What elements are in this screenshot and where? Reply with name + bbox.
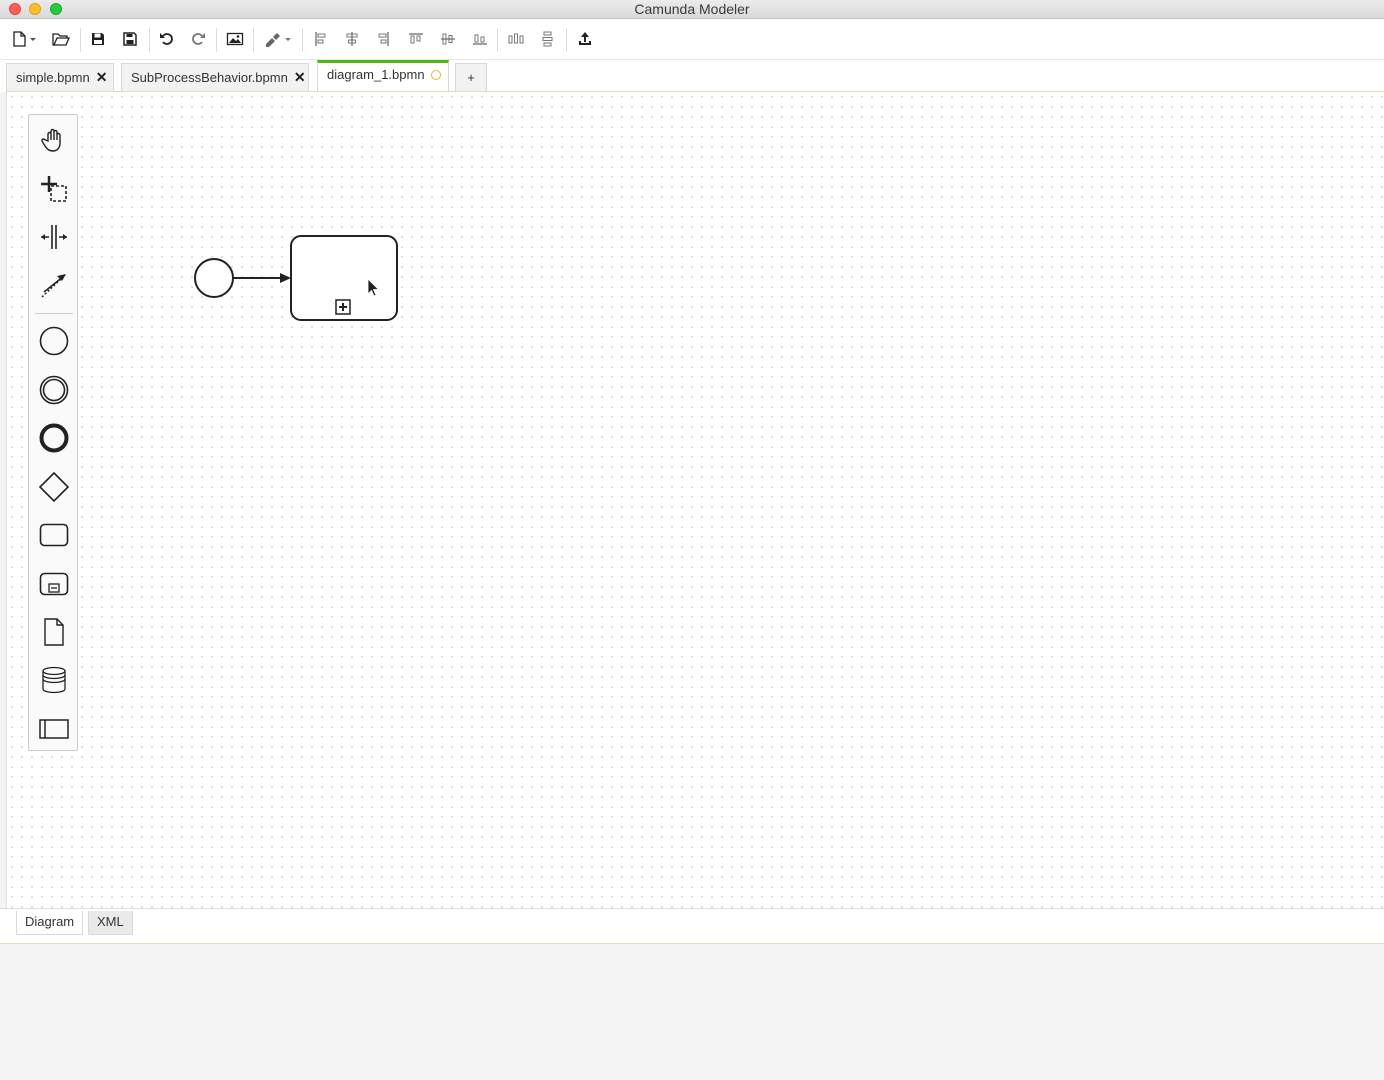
data-object-icon — [44, 618, 64, 646]
tab-diagram-view[interactable]: Diagram — [16, 911, 84, 935]
open-file-icon — [52, 33, 70, 46]
gateway-tool[interactable] — [37, 470, 71, 504]
lasso-tool-button[interactable] — [37, 172, 71, 206]
unsaved-indicator-icon — [430, 70, 441, 80]
undo-icon — [160, 33, 173, 45]
align-middle-button[interactable] — [437, 29, 459, 49]
title-bar: Camunda Modeler — [0, 0, 1384, 19]
diagram-canvas[interactable] — [6, 91, 1384, 909]
end-event-tool[interactable] — [37, 421, 71, 455]
tab-simple-bpmn[interactable]: simple.bpmn ✕ — [6, 63, 114, 92]
intermediate-event-tool[interactable] — [37, 373, 71, 407]
tab-close-icon[interactable]: ✕ — [294, 69, 306, 85]
distribute-vertical-button[interactable] — [537, 29, 559, 49]
distribute-horizontal-button[interactable] — [505, 29, 527, 49]
align-center-button[interactable] — [341, 29, 363, 49]
align-bottom-icon — [473, 34, 487, 45]
view-tab-bar: Diagram XML — [0, 908, 1384, 944]
start-event-icon — [39, 326, 69, 356]
align-right-icon — [378, 32, 389, 46]
space-tool-button[interactable] — [37, 220, 71, 254]
tab-label: SubProcessBehavior.bpmn — [131, 70, 288, 85]
subprocess-tool[interactable] — [37, 567, 71, 601]
align-center-icon — [346, 32, 358, 46]
new-file-button[interactable] — [8, 29, 38, 49]
align-top-button[interactable] — [405, 29, 427, 49]
tab-label: diagram_1.bpmn — [327, 67, 425, 82]
new-tab-button[interactable]: + — [455, 63, 487, 92]
tab-diagram-1-bpmn[interactable]: diagram_1.bpmn — [317, 60, 449, 92]
export-image-icon — [226, 32, 244, 46]
tool-palette — [28, 114, 78, 751]
redo-button[interactable] — [187, 29, 209, 49]
deploy-icon — [579, 32, 591, 45]
save-as-icon — [123, 32, 137, 46]
export-image-button[interactable] — [224, 29, 246, 49]
add-tab-icon: + — [467, 70, 475, 85]
global-connect-tool-button[interactable] — [37, 268, 71, 302]
align-top-icon — [409, 33, 423, 44]
save-button[interactable] — [87, 29, 109, 49]
hand-tool-icon — [41, 128, 61, 152]
tab-xml-view[interactable]: XML — [88, 911, 133, 935]
color-picker-icon — [266, 33, 291, 47]
align-middle-icon — [441, 33, 455, 45]
window-title: Camunda Modeler — [634, 1, 750, 17]
tab-label: simple.bpmn — [16, 70, 90, 85]
task-tool[interactable] — [37, 518, 71, 552]
data-store-icon — [42, 666, 66, 694]
properties-panel-area — [0, 944, 1384, 1080]
align-bottom-button[interactable] — [469, 29, 491, 49]
tab-close-icon[interactable]: ✕ — [96, 69, 108, 85]
distribute-horizontal-icon — [508, 33, 524, 44]
open-file-button[interactable] — [50, 29, 72, 49]
pool-tool[interactable] — [37, 712, 71, 746]
align-left-button[interactable] — [309, 29, 331, 49]
tab-subprocessbehavior-bpmn[interactable]: SubProcessBehavior.bpmn ✕ — [121, 63, 309, 92]
gateway-icon — [38, 471, 70, 503]
intermediate-event-icon — [39, 375, 69, 405]
lasso-tool-icon — [41, 176, 67, 202]
toolbar — [0, 20, 1384, 60]
deploy-button[interactable] — [574, 29, 596, 49]
subprocess-icon — [39, 572, 69, 596]
undo-button[interactable] — [156, 29, 178, 49]
save-icon — [92, 33, 104, 45]
redo-icon — [192, 33, 205, 45]
data-object-tool[interactable] — [37, 615, 71, 649]
save-as-button[interactable] — [119, 29, 141, 49]
hand-tool-button[interactable] — [37, 123, 71, 157]
pool-icon — [39, 719, 69, 739]
end-event-icon — [39, 423, 69, 453]
global-connect-icon — [41, 274, 66, 298]
task-icon — [39, 523, 69, 547]
space-tool-icon — [41, 225, 67, 249]
file-tab-bar: simple.bpmn ✕ SubProcessBehavior.bpmn ✕ di… — [0, 60, 1384, 92]
new-file-icon — [13, 31, 36, 47]
distribute-vertical-icon — [542, 31, 553, 47]
data-store-tool[interactable] — [37, 663, 71, 697]
color-picker-button[interactable] — [262, 29, 294, 49]
align-right-button[interactable] — [373, 29, 395, 49]
align-left-icon — [315, 32, 326, 46]
start-event-tool[interactable] — [37, 324, 71, 358]
